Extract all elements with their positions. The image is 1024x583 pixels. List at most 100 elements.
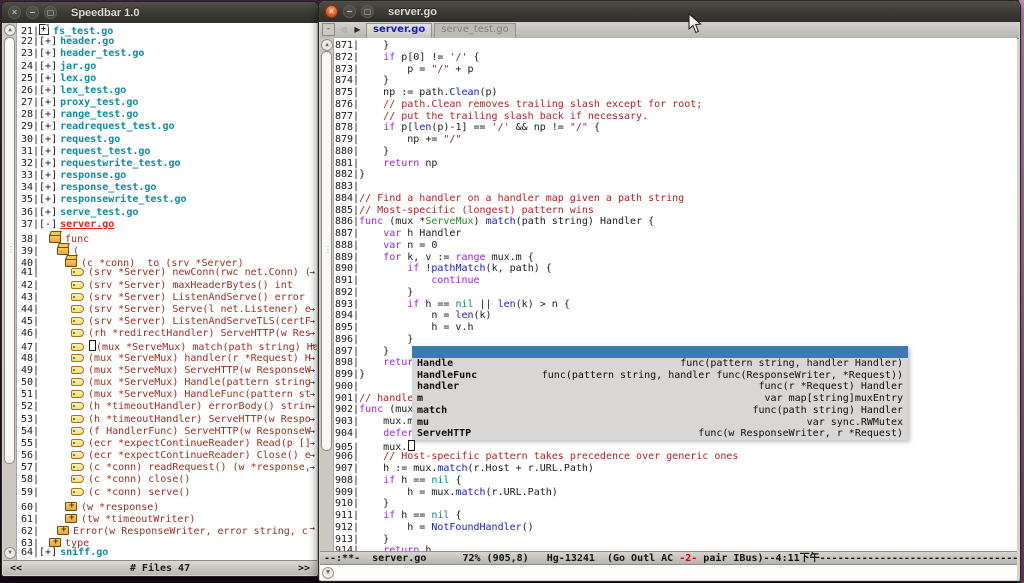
speedbar-item[interactable]: 21|fs_test.go [18,24,317,36]
speedbar-item[interactable]: 46|(rh *redirectHandler) ServeHTTP(w Res… [18,328,317,340]
expand-plus-icon[interactable]: [+] [39,121,57,132]
expand-plus-icon[interactable]: [+] [39,97,57,108]
speedbar-item[interactable]: 27|[+]proxy_test.go [18,97,317,109]
speedbar-item[interactable]: 54|(f HandlerFunc) ServeHTTP(w ResponseW… [18,426,317,438]
speedbar-item[interactable]: 44|(srv *Server) Serve(l net.Listener) e… [18,304,317,316]
scroll-down-icon[interactable]: ▼ [4,547,16,559]
minibuffer[interactable]: ▼ [320,565,1017,580]
speedbar-item[interactable]: 38|func [18,231,317,243]
close-button[interactable]: ✕ [325,5,338,18]
speedbar-item-label: range_test.go [60,109,138,120]
speedbar-item[interactable]: 56|(ecr *expectContinueReader) Close() e… [18,450,317,462]
speedbar-item[interactable]: 33|[+]response.go [18,170,317,182]
autocomplete-candidate[interactable]: matchfunc(path string) Handler [412,405,908,417]
speedbar-item[interactable]: 48|(mux *ServeMux) handler(r *Request) H… [18,353,317,365]
speedbar-item[interactable]: 58|(c *conn) close() [18,474,317,486]
scroll-up-icon[interactable]: ▲ [321,39,333,51]
tab-server.go[interactable]: server.go [366,23,432,38]
code-area[interactable]: 871| }872| if p[0] != '/' {873| p = "/" … [335,40,1017,551]
collapse-minus-icon[interactable]: [-] [39,219,57,230]
speedbar-scrollbar[interactable]: ▲ ▼ [3,23,17,560]
speedbar-item[interactable]: 57|(c *conn) readRequest() (w *response,… [18,462,317,474]
editor-scrollbar[interactable]: ▲ [320,38,334,551]
speedbar-item[interactable]: 47|(mux *ServeMux) match(path string) Ha… [18,340,317,352]
speedbar-item[interactable]: 41|(srv *Server) newConn(rwc net.Conn) (… [18,267,317,279]
speedbar-item[interactable]: 64|[+]sniff.go [18,547,317,559]
speedbar-item[interactable]: 39|( [18,243,317,255]
close-button[interactable]: ✕ [8,6,21,19]
speedbar-item[interactable]: 45|(srv *Server) ListenAndServeTLS(certF… [18,316,317,328]
speedbar-item[interactable]: 43|(srv *Server) ListenAndServe() error [18,292,317,304]
autocomplete-candidate[interactable]: HandleFuncfunc(pattern string, handler f… [412,370,908,382]
expand-plus-icon[interactable]: [+] [39,48,57,59]
speedbar-item[interactable]: 37|[-]server.go [18,219,317,231]
tab-serve_test.go[interactable]: serve_test.go [434,23,515,38]
maximize-button[interactable]: ▢ [361,5,374,18]
expand-plus-icon[interactable]: [+] [39,61,57,72]
expand-plus-icon[interactable]: [+] [39,134,57,145]
speedbar-titlebar[interactable]: ✕ − ▢ Speedbar 1.0 [2,2,318,23]
scrollbar-thumb[interactable] [4,37,15,464]
autocomplete-candidate[interactable]: ServeHTTPfunc(w ResponseWriter, r *Reque… [412,428,908,440]
speedbar-item[interactable]: 31|[+]request_test.go [18,146,317,158]
line-number: 876| [335,99,359,110]
speedbar-item[interactable]: 51|(mux *ServeMux) HandleFunc(pattern st… [18,389,317,401]
expand-plus-icon[interactable]: [+] [39,547,57,558]
expand-plus-icon[interactable]: [+] [39,182,57,193]
speedbar-forward-button[interactable]: >> [298,563,310,574]
expand-plus-icon[interactable]: [+] [39,170,57,181]
speedbar-item[interactable]: 35|[+]responsewrite_test.go [18,194,317,206]
expand-plus-icon[interactable]: [+] [39,146,57,157]
expand-plus-icon[interactable]: [+] [39,36,57,47]
autocomplete-candidate[interactable]: handlerfunc(r *Request) Handler [412,381,908,393]
minimize-button[interactable]: − [343,5,356,18]
scroll-down-icon[interactable]: ▼ [322,567,334,579]
autocomplete-candidate[interactable]: Handlefunc(pattern string, handler Handl… [412,358,908,370]
expand-plus-icon[interactable]: [+] [39,109,57,120]
scroll-up-icon[interactable]: ▲ [4,24,16,36]
speedbar-item[interactable]: 34|[+]response_test.go [18,182,317,194]
speedbar-item[interactable]: 24|[+]jar.go [18,61,317,73]
truncation-arrow-icon: → [310,328,315,340]
speedbar-item[interactable]: 61|(tw *timeoutWriter) [18,511,317,523]
autocomplete-candidate[interactable]: muvar sync.RWMutex [412,417,908,429]
speedbar-item[interactable]: 60|(w *response) [18,499,317,511]
speedbar-item[interactable]: 62|Error(w ResponseWriter, error string,… [18,523,317,535]
speedbar-item[interactable]: 40|(c *conn) to (srv *Server) [18,255,317,267]
speedbar-item[interactable]: 23|[+]header_test.go [18,48,317,60]
minimize-button[interactable]: − [26,6,39,19]
prev-buffer-icon[interactable]: ◀ [338,25,349,36]
speedbar-item[interactable]: 50|(mux *ServeMux) Handle(pattern string… [18,377,317,389]
speedbar-item[interactable]: 29|[+]readrequest_test.go [18,121,317,133]
next-buffer-icon[interactable]: ▶ [352,25,363,36]
expand-plus-icon[interactable]: [+] [39,194,57,205]
speedbar-item[interactable]: 63|type [18,535,317,547]
speedbar-item[interactable]: 32|[+]requestwrite_test.go [18,158,317,170]
expand-plus-icon[interactable]: [+] [39,158,57,169]
speedbar-item[interactable]: 26|[+]lex_test.go [18,85,317,97]
speedbar-item[interactable]: 52|(h *timeoutHandler) errorBody() strin… [18,401,317,413]
line-number: 898| [335,357,359,368]
speedbar-item[interactable]: 36|[+]serve_test.go [18,207,317,219]
speedbar-item[interactable]: 42|(srv *Server) maxHeaderBytes() int [18,280,317,292]
candidate-name: m [417,393,423,405]
expand-plus-icon[interactable]: [+] [39,207,57,218]
speedbar-item[interactable]: 53|(h *timeoutHandler) ServeHTTP(w Respo… [18,414,317,426]
expand-plus-icon[interactable]: [+] [39,85,57,96]
autocomplete-candidate[interactable]: mvar map[string]muxEntry [412,393,908,405]
tabbar-minimize-button[interactable]: - [322,23,335,36]
speedbar-item[interactable]: 25|[+]lex.go [18,73,317,85]
expand-plus-icon[interactable]: [+] [39,73,57,84]
speedbar-item[interactable]: 55|(ecr *expectContinueReader) Read(p []… [18,438,317,450]
editor-body[interactable]: ▲ 871| }872| if p[0] != '/' {873| p = "/… [320,38,1017,551]
speedbar-item[interactable]: 28|[+]range_test.go [18,109,317,121]
autocomplete-selected-row[interactable] [412,346,908,358]
speedbar-item[interactable]: 59|(c *conn) serve() [18,487,317,499]
scrollbar-thumb[interactable] [321,51,332,451]
speedbar-item[interactable]: 30|[+]request.go [18,134,317,146]
maximize-button[interactable]: ▢ [44,6,57,19]
speedbar-back-button[interactable]: << [10,563,22,574]
editor-titlebar[interactable]: ✕ − ▢ server.go [319,1,1020,22]
speedbar-item[interactable]: 22|[+]header.go [18,36,317,48]
speedbar-item[interactable]: 49|(mux *ServeMux) ServeHTTP(w ResponseW… [18,365,317,377]
